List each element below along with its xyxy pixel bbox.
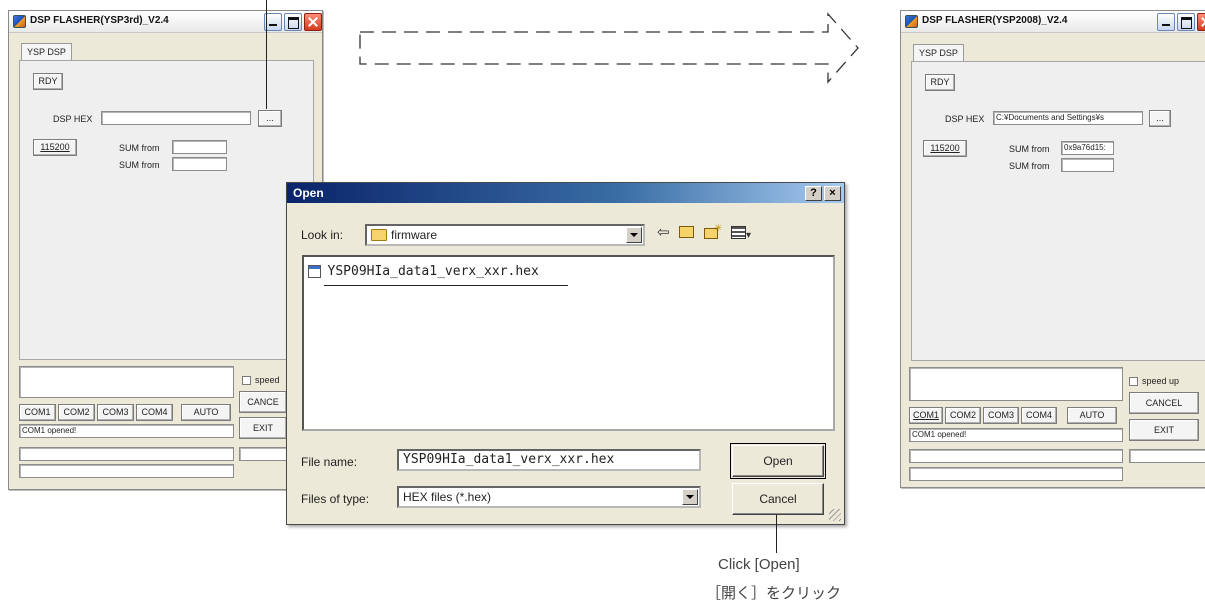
com3-button[interactable]: COM3 <box>97 404 134 421</box>
up-folder-icon[interactable] <box>679 225 694 241</box>
open-file-dialog: Open ? × Look in: firmware ⇦ ✳ ▾ YSP09HI… <box>286 182 845 525</box>
dsp-hex-field[interactable]: C:¥Documents and Settings¥s <box>993 111 1143 125</box>
file-list[interactable]: YSP09HIa_data1_verx_xxr.hex <box>302 255 835 431</box>
com4-button[interactable]: COM4 <box>136 404 173 421</box>
log-box <box>19 366 234 398</box>
cancel-button[interactable]: Cancel <box>732 483 824 515</box>
maximize-icon[interactable] <box>284 13 302 31</box>
minimize-icon[interactable] <box>1157 13 1175 31</box>
speed-up-label: speed <box>255 375 280 385</box>
browse-button[interactable]: ... <box>1149 110 1171 127</box>
com2-button[interactable]: COM2 <box>58 404 95 421</box>
browse-button[interactable]: ... <box>258 110 282 127</box>
com1-button[interactable]: COM1 <box>909 407 943 424</box>
flow-arrow-icon <box>359 12 859 84</box>
left-main-panel <box>19 60 314 360</box>
left-window-title: DSP FLASHER(YSP3rd)_V2.4 <box>30 15 169 26</box>
resize-grip-icon[interactable] <box>829 509 841 521</box>
close-icon[interactable] <box>304 13 322 31</box>
help-icon[interactable]: ? <box>805 186 822 201</box>
file-name-input[interactable]: YSP09HIa_data1_verx_xxr.hex <box>397 449 701 471</box>
sum-from-field-2 <box>1061 158 1114 172</box>
look-in-label: Look in: <box>301 228 344 242</box>
file-name-label: File name: <box>301 455 358 469</box>
speed-up-checkbox[interactable] <box>1129 377 1138 386</box>
sum-from-label-1: SUM from <box>1009 144 1050 154</box>
view-menu-icon[interactable]: ▾ <box>731 225 751 244</box>
sum-from-field-2 <box>172 157 227 171</box>
left-title-bar: DSP FLASHER(YSP3rd)_V2.4 <box>9 11 322 33</box>
right-flasher-window: DSP FLASHER(YSP2008)_V2.4 YSP DSP RDY DS… <box>900 10 1205 488</box>
sum-from-label-2: SUM from <box>1009 161 1050 171</box>
progress-bar-3 <box>19 464 234 478</box>
com2-button[interactable]: COM2 <box>945 407 981 424</box>
browse-callout-line <box>266 0 267 109</box>
files-of-type-value: HEX files (*.hex) <box>403 490 492 504</box>
folder-icon <box>371 229 387 241</box>
dialog-title: Open <box>293 186 324 200</box>
log-box <box>909 367 1123 401</box>
progress-bar-2 <box>239 447 287 461</box>
look-in-value: firmware <box>391 228 438 242</box>
cancel-button[interactable]: CANCE <box>239 391 287 413</box>
open-button[interactable]: Open <box>730 443 826 479</box>
maximize-icon[interactable] <box>1177 13 1195 31</box>
close-icon[interactable]: × <box>824 186 841 201</box>
chevron-down-icon[interactable] <box>682 489 698 505</box>
file-item-name: YSP09HIa_data1_verx_xxr.hex <box>327 264 539 279</box>
app-icon <box>905 15 918 28</box>
sum-from-field-1 <box>172 140 227 154</box>
progress-bar-3 <box>909 467 1123 481</box>
com1-button[interactable]: COM1 <box>19 404 56 421</box>
status-field: COM1 opened! <box>19 424 234 438</box>
callout-japanese: ［開く］をクリック <box>706 585 842 602</box>
file-underline <box>324 285 568 286</box>
progress-bar-2 <box>1129 449 1205 463</box>
sum-from-label-1: SUM from <box>119 143 160 153</box>
hex-file-icon <box>308 265 321 278</box>
rdy-button[interactable]: RDY <box>925 74 955 91</box>
tab-ysp-dsp[interactable]: YSP DSP <box>21 43 72 60</box>
rdy-button[interactable]: RDY <box>33 73 63 90</box>
exit-button[interactable]: EXIT <box>239 417 287 439</box>
files-of-type-combo[interactable]: HEX files (*.hex) <box>397 486 701 508</box>
progress-bar-1 <box>19 447 234 461</box>
sum-from-field-1: 0x9a76d15: <box>1061 141 1114 155</box>
dsp-hex-label: DSP HEX <box>53 114 93 124</box>
new-folder-icon[interactable]: ✳ <box>704 223 726 243</box>
tab-ysp-dsp[interactable]: YSP DSP <box>913 44 964 61</box>
speed-up-label: speed up <box>1142 376 1180 386</box>
right-title-bar: DSP FLASHER(YSP2008)_V2.4 <box>901 11 1205 33</box>
exit-button[interactable]: EXIT <box>1129 419 1199 441</box>
look-in-combo[interactable]: firmware <box>365 224 645 246</box>
files-of-type-label: Files of type: <box>301 492 370 506</box>
progress-bar-1 <box>909 449 1123 463</box>
dsp-hex-label: DSP HEX <box>945 114 985 124</box>
cancel-button[interactable]: CANCEL <box>1129 392 1199 414</box>
sum-from-label-2: SUM from <box>119 160 160 170</box>
back-arrow-icon[interactable]: ⇦ <box>657 225 670 241</box>
right-main-panel <box>911 61 1205 361</box>
close-icon[interactable] <box>1197 13 1205 31</box>
left-flasher-window: DSP FLASHER(YSP3rd)_V2.4 YSP DSP RDY DSP… <box>8 10 323 490</box>
dsp-hex-field[interactable] <box>101 111 251 125</box>
com4-button[interactable]: COM4 <box>1021 407 1057 424</box>
callout-english: Click [Open] <box>718 556 800 573</box>
dialog-title-bar: Open ? × <box>287 183 844 203</box>
baud-rate-button[interactable]: 115200 <box>923 140 967 157</box>
speed-up-checkbox[interactable] <box>242 376 251 385</box>
chevron-down-icon[interactable] <box>626 227 642 243</box>
app-icon <box>13 15 26 28</box>
open-callout-line <box>776 515 777 553</box>
com3-button[interactable]: COM3 <box>983 407 1019 424</box>
auto-button[interactable]: AUTO <box>181 404 231 421</box>
baud-rate-button[interactable]: 115200 <box>33 139 77 156</box>
list-item[interactable]: YSP09HIa_data1_verx_xxr.hex <box>308 264 539 279</box>
auto-button[interactable]: AUTO <box>1067 407 1117 424</box>
right-window-title: DSP FLASHER(YSP2008)_V2.4 <box>922 15 1068 26</box>
status-field: COM1 opened! <box>909 428 1123 442</box>
